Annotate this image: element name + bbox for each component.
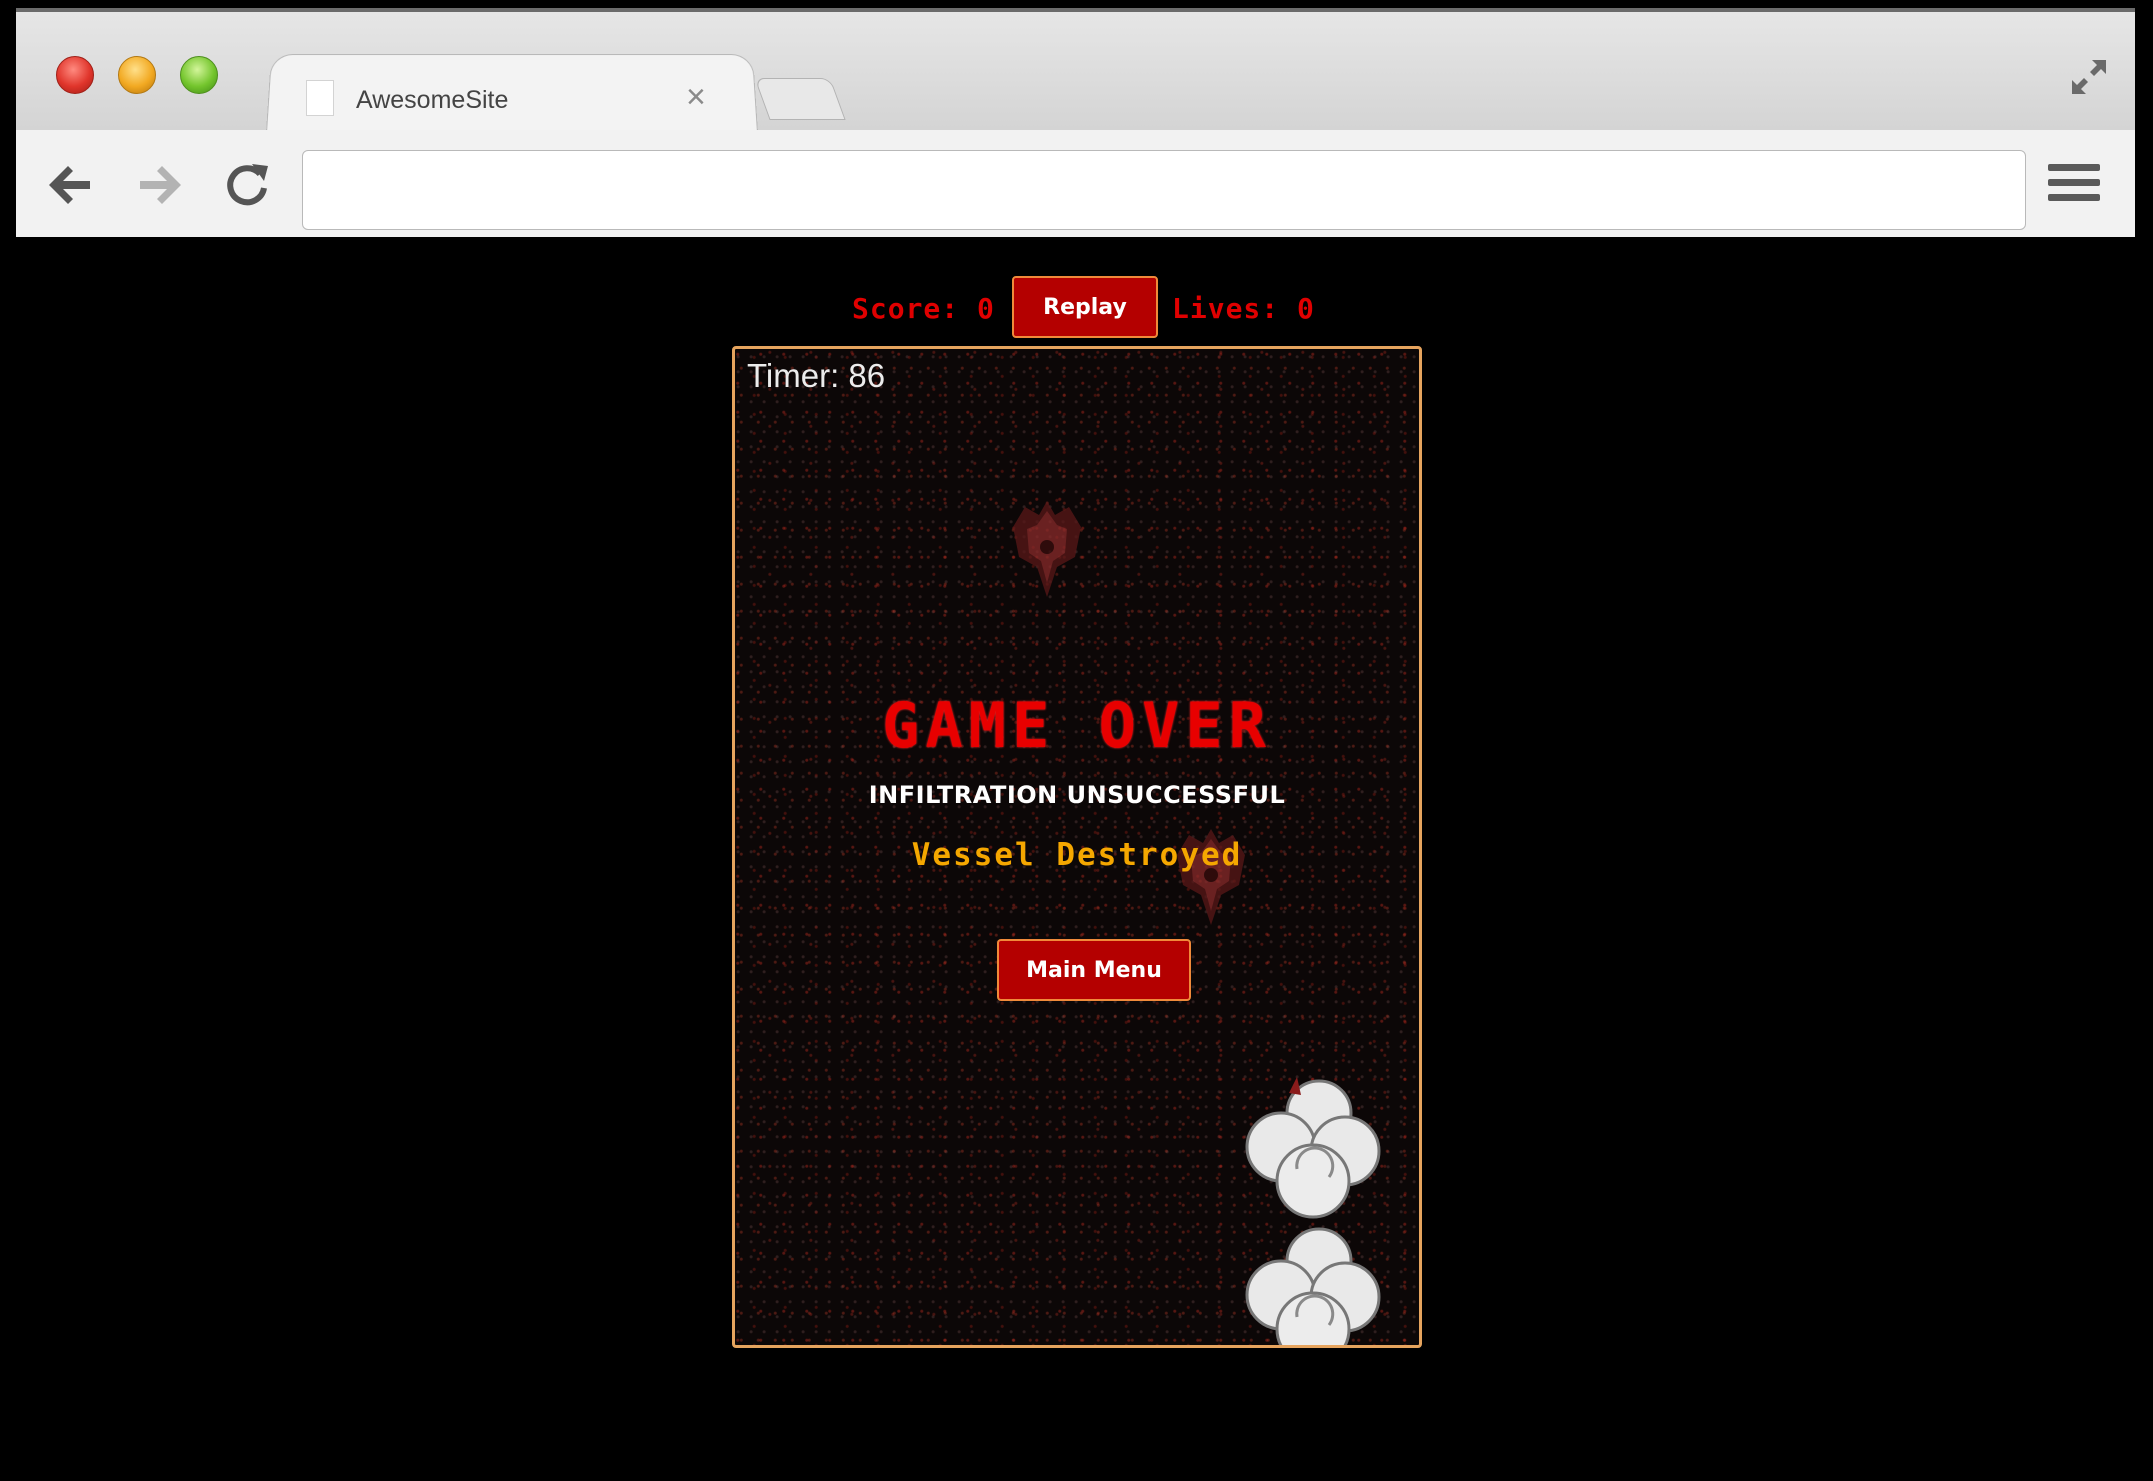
new-tab-button[interactable] [754,78,846,120]
tab-awesomesite[interactable]: AwesomeSite × [266,52,756,132]
zoom-window-button[interactable] [180,56,218,94]
lives-display: Lives: 0 [1172,292,1315,325]
fullscreen-icon[interactable] [2066,54,2112,100]
score-display: Score: 0 [852,292,995,325]
game-over-title: GAME OVER [882,689,1272,762]
timer-display: Timer: 86 [747,357,886,394]
explosion-smoke-icon [1245,1227,1381,1345]
replay-button[interactable]: Replay [1012,276,1158,338]
close-window-button[interactable] [56,56,94,94]
minimize-window-button[interactable] [118,56,156,94]
tab-title: AwesomeSite [356,86,509,114]
menu-bar-line [2048,164,2100,171]
browser-toolbar [16,130,2135,237]
menu-bar-line [2048,194,2100,201]
main-menu-button[interactable]: Main Menu [997,939,1191,1001]
forward-arrow-icon[interactable] [134,160,184,210]
game-over-reason: Vessel Destroyed [911,837,1243,873]
page-favicon-icon [306,80,334,116]
tab-close-icon[interactable]: × [686,80,706,114]
address-bar[interactable] [302,150,2026,230]
browser-chrome: AwesomeSite × [16,8,2135,237]
hamburger-menu-icon[interactable] [2048,164,2100,208]
game-hud: Score: 0 Replay Lives: 0 [16,276,2135,342]
game-over-subtitle: INFILTRATION UNSUCCESSFUL [868,781,1286,809]
tab-strip: AwesomeSite × [16,12,2135,133]
explosion-smoke-icon [1245,1077,1381,1219]
back-arrow-icon[interactable] [46,160,96,210]
game-canvas[interactable]: Timer: 86 GAME OVER INFILTRATION UNSUCCE… [732,346,1422,1348]
reload-icon[interactable] [222,160,272,210]
enemy-ship-icon [1013,501,1081,597]
menu-bar-line [2048,179,2100,186]
browser-window: AwesomeSite × Score: 0 Replay Lives: 0 T… [16,8,2135,1478]
